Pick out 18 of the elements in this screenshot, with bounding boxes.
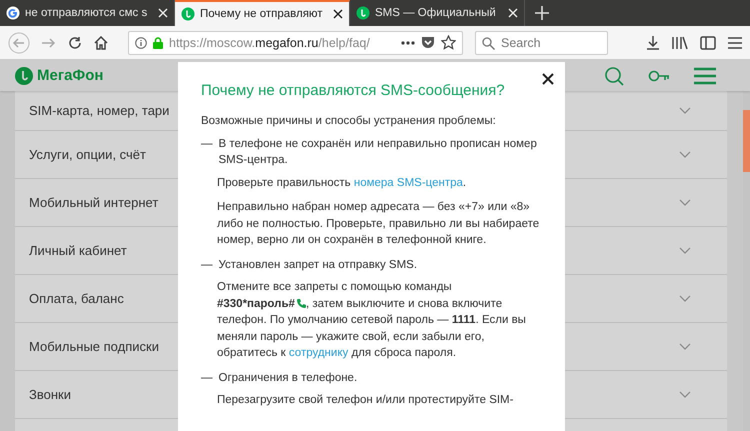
dialog-title: Почему не отправляются SMS-сообщения? — [201, 82, 506, 99]
paragraph-text: Проверьте правильность номера SMS-центра. — [217, 176, 468, 190]
paragraph-text: Неправильно набран номер адресата — без «+7» или «8» либо не полностью. Проверьте, правильно ли вы набираете номер, верно ли он сохранён в телефонной книге. — [217, 200, 540, 248]
tab-title: Почему не отправляют — [200, 8, 324, 20]
item-heading: Ограничения в телефоне. — [218, 370, 358, 386]
item-heading: Установлен запрет на отправку SMS. — [218, 258, 418, 272]
paragraph-text: Отмените все запреты с помощью команды #330*пароль# , затем выключите и снова включите телефон. По умолчанию сетевой пароль — 1111. Если вы меняли пароль — укажите свой, если забыли его, обратитесь к сотруднику для сброса пароля. — [217, 280, 527, 361]
tab-title: SMS — Официальный — [375, 7, 497, 19]
logo-text: МегаФон — [37, 67, 104, 84]
url-text: https://moscow.megafon.ru/help/faq/ — [169, 36, 371, 50]
intro-text: Возможные причины и способы устранения проблемы: — [201, 114, 497, 129]
dash-mark: — — [201, 258, 212, 272]
tab-title: не отправляются смс s — [25, 7, 148, 19]
command-code: #330*пароль# — [217, 298, 306, 310]
dash-mark: — — [201, 136, 212, 152]
item-heading: В телефоне не сохранён или неправильно прописан номер SMS-центра. — [218, 136, 538, 168]
dash-mark: — — [201, 370, 212, 386]
paragraph-text: Перезагрузите свой телефон и/или протестируйте SIM- — [217, 393, 514, 408]
